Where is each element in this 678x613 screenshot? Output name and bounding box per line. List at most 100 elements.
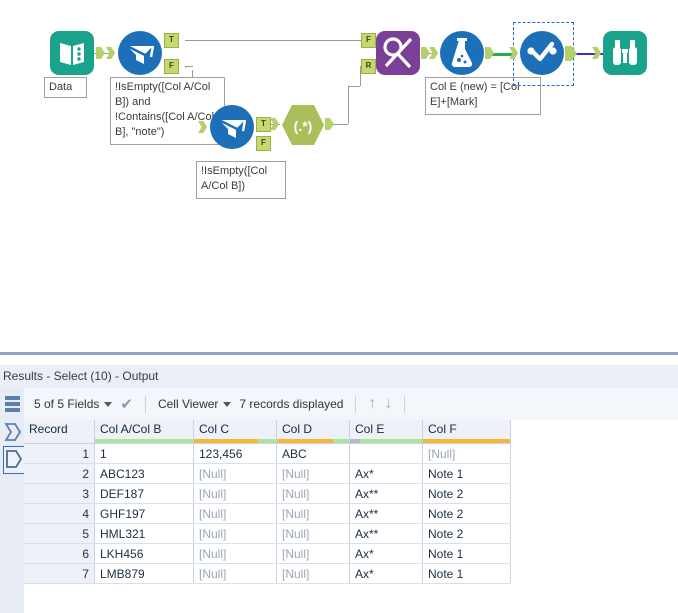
cell-e[interactable]: Ax** xyxy=(349,483,423,504)
table-row[interactable]: 2 ABC123 [Null] [Null] Ax* Note 1 xyxy=(24,463,511,484)
cell-e[interactable]: Ax* xyxy=(349,463,423,484)
select-output-anchor[interactable] xyxy=(565,46,577,61)
col-header-f[interactable]: Col F xyxy=(422,420,511,438)
results-toolbar[interactable]: 5 of 5 Fields ✔ Cell Viewer 7 records di… xyxy=(24,388,678,421)
arrow-up-icon[interactable]: ↑ xyxy=(368,395,376,413)
chevron-down-icon[interactable] xyxy=(104,401,113,407)
cell-f[interactable]: Note 1 xyxy=(422,543,511,564)
records-displayed-label: 7 records displayed xyxy=(239,397,344,411)
col-header-e[interactable]: Col E xyxy=(349,420,423,438)
input-data-tool[interactable] xyxy=(50,31,105,75)
filter-tool-1[interactable]: T F xyxy=(106,31,179,75)
cell-c[interactable]: 123,456 xyxy=(193,443,277,464)
cell-d[interactable]: [Null] xyxy=(276,463,350,484)
output-anchor-icon[interactable] xyxy=(3,446,26,474)
cell-d[interactable]: [Null] xyxy=(276,483,350,504)
cell-e[interactable]: Ax* xyxy=(349,543,423,564)
formula-output-anchor[interactable] xyxy=(485,47,494,59)
cell-a_b[interactable]: LKH456 xyxy=(94,543,194,564)
cell-a_b[interactable]: LMB879 xyxy=(94,563,194,584)
cell-c[interactable]: [Null] xyxy=(193,523,277,544)
cell-f[interactable]: Note 2 xyxy=(422,523,511,544)
filter-tool-2[interactable]: T F xyxy=(198,105,271,151)
cell-d[interactable]: [Null] xyxy=(276,543,350,564)
check-icon[interactable]: ✔ xyxy=(120,395,133,413)
cell-d[interactable]: [Null] xyxy=(276,523,350,544)
cell-record[interactable]: 2 xyxy=(24,463,95,484)
chevron-down-icon[interactable] xyxy=(223,401,232,407)
results-title: Results - Select (10) - Output xyxy=(0,365,678,388)
cell-e[interactable] xyxy=(349,443,423,464)
cell-a_b[interactable]: DEF187 xyxy=(94,483,194,504)
table-row[interactable]: 3 DEF187 [Null] [Null] Ax** Note 2 xyxy=(24,483,511,504)
regex-tool[interactable]: (.*) xyxy=(270,104,334,146)
fields-label: 5 of 5 Fields xyxy=(34,397,100,411)
cell-a_b[interactable]: ABC123 xyxy=(94,463,194,484)
results-panel[interactable]: Results - Select (10) - Output 5 of 5 Fi… xyxy=(0,352,678,613)
cell-record[interactable]: 4 xyxy=(24,503,95,524)
union-output-anchor[interactable] xyxy=(421,47,430,59)
table-body[interactable]: 1 1 123,456 ABC [Null] 2 ABC123 [Null] [Null] Ax*… xyxy=(24,443,511,584)
results-grid[interactable]: Record Col A/Col B Col C Col D Col E Col… xyxy=(24,420,678,613)
filter1-false-anchor-label[interactable]: F xyxy=(164,59,179,74)
cell-record[interactable]: 7 xyxy=(24,563,95,584)
cell-c[interactable]: [Null] xyxy=(193,503,277,524)
regex-icon: (.*) xyxy=(282,105,324,145)
col-header-a-b[interactable]: Col A/Col B xyxy=(94,420,194,438)
select-tool[interactable] xyxy=(509,31,577,75)
cell-d[interactable]: [Null] xyxy=(276,563,350,584)
cell-c[interactable]: [Null] xyxy=(193,463,277,484)
formula-tool[interactable] xyxy=(429,31,494,75)
cell-c[interactable]: [Null] xyxy=(193,483,277,504)
table-row[interactable]: 7 LMB879 [Null] [Null] Ax* Note 1 xyxy=(24,563,511,584)
cell-f[interactable]: Note 2 xyxy=(422,483,511,504)
union-input-r-label[interactable]: R xyxy=(361,59,376,74)
cell-record[interactable]: 6 xyxy=(24,543,95,564)
cell-record[interactable]: 5 xyxy=(24,523,95,544)
cell-c[interactable]: [Null] xyxy=(193,563,277,584)
cell-a_b[interactable]: HML321 xyxy=(94,523,194,544)
cell-record[interactable]: 3 xyxy=(24,483,95,504)
filter1-annotation: !IsEmpty([Col A/Col B]) and !Contains([C… xyxy=(110,77,225,145)
cell-record[interactable]: 1 xyxy=(24,443,95,464)
arrow-down-icon[interactable]: ↓ xyxy=(384,395,392,413)
cell-f[interactable]: Note 1 xyxy=(422,563,511,584)
fields-selector[interactable]: 5 of 5 Fields xyxy=(34,397,113,411)
regex-output-anchor[interactable] xyxy=(325,118,334,130)
table-view-icon[interactable] xyxy=(3,392,22,416)
cell-e[interactable]: Ax* xyxy=(349,563,423,584)
col-header-d[interactable]: Col D xyxy=(276,420,350,438)
col-header-c[interactable]: Col C xyxy=(193,420,277,438)
cell-f[interactable]: Note 1 xyxy=(422,463,511,484)
book-icon xyxy=(60,43,84,65)
results-rail[interactable] xyxy=(0,388,26,613)
input-anchor-icon[interactable] xyxy=(3,420,22,444)
table-row[interactable]: 1 1 123,456 ABC [Null] xyxy=(24,443,511,464)
cell-d[interactable]: [Null] xyxy=(276,503,350,524)
table-row[interactable]: 6 LKH456 [Null] [Null] Ax* Note 1 xyxy=(24,543,511,564)
filter1-true-anchor-label[interactable]: T xyxy=(164,33,179,48)
cell-a_b[interactable]: 1 xyxy=(94,443,194,464)
cell-viewer-selector[interactable]: Cell Viewer xyxy=(157,397,232,411)
cell-a_b[interactable]: GHF197 xyxy=(94,503,194,524)
cell-e[interactable]: Ax** xyxy=(349,523,423,544)
union-tool[interactable]: F R xyxy=(361,31,430,75)
wire-regex-to-union-seg2 xyxy=(348,86,349,124)
filter2-true-anchor-label[interactable]: T xyxy=(256,117,271,132)
cell-d[interactable]: ABC xyxy=(276,443,350,464)
cell-f[interactable]: Note 2 xyxy=(422,503,511,524)
flask-icon xyxy=(451,38,473,68)
browse-tool[interactable] xyxy=(592,31,647,75)
cell-viewer-label: Cell Viewer xyxy=(157,397,219,411)
table-row[interactable]: 4 GHF197 [Null] [Null] Ax** Note 2 xyxy=(24,503,511,524)
cell-f[interactable]: [Null] xyxy=(422,443,511,464)
cell-e[interactable]: Ax** xyxy=(349,503,423,524)
table-row[interactable]: 5 HML321 [Null] [Null] Ax** Note 2 xyxy=(24,523,511,544)
cell-c[interactable]: [Null] xyxy=(193,543,277,564)
union-input-f-label[interactable]: F xyxy=(361,33,376,48)
col-header-record[interactable]: Record xyxy=(24,420,95,438)
results-table[interactable]: Record Col A/Col B Col C Col D Col E Col… xyxy=(24,420,511,584)
filter2-false-anchor-label[interactable]: F xyxy=(256,136,271,151)
input-output-anchor[interactable] xyxy=(96,47,105,59)
workflow-canvas[interactable]: Data T F !IsEmpty([Col A/Col B]) and !Co… xyxy=(0,0,678,352)
